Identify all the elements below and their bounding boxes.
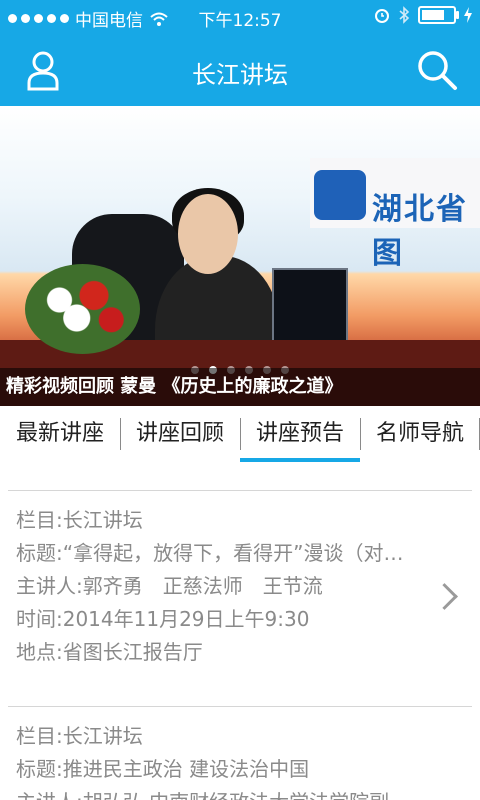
battery-icon [418,6,459,24]
banner-carousel[interactable]: 湖北省图 精彩视频回顾 蒙曼 《历史上的廉政之道》 [0,106,480,406]
page-title: 长江讲坛 [192,61,288,89]
lecture-list: 栏目:长江讲坛 标题:“拿得起，放得下，看得开”漫谈（对… 主讲人:郭齐勇 正慈… [0,462,480,800]
search-icon[interactable] [414,47,460,93]
lecture-place: 地点:省图长江报告厅 [16,640,203,664]
tab-label: 讲座预告 [255,421,344,446]
lecture-time: 时间:2014年11月29日上午9:30 [16,607,310,631]
tab-divider [360,418,361,450]
alarm-icon [375,9,389,23]
banner-flowers [25,264,140,354]
banner-speaker-face [178,194,238,274]
tab-teachers[interactable]: 名师导航 [360,406,480,462]
tab-preview[interactable]: 讲座预告 [240,406,360,462]
lecture-column: 栏目:长江讲坛 [16,724,143,748]
library-logo [314,170,366,220]
tab-label: 最新讲座 [15,421,104,446]
nav-bar: 长江讲坛 [0,33,480,106]
charging-icon [464,7,472,23]
lecture-title: 标题:推进民主政治 建设法治中国 [16,757,310,781]
list-item[interactable]: 栏目:长江讲坛 标题:推进民主政治 建设法治中国 主讲人:胡弘弘 中南财经政法大… [8,706,472,800]
tab-label: 名师导航 [375,421,464,446]
tab-review[interactable]: 讲座回顾 [120,406,240,462]
banner-sign-text: 湖北省图 [372,192,468,271]
banner-caption[interactable]: 精彩视频回顾 蒙曼 《历史上的廉政之道》 [0,368,480,406]
list-item[interactable]: 栏目:长江讲坛 标题:“拿得起，放得下，看得开”漫谈（对… 主讲人:郭齐勇 正慈… [8,490,472,690]
status-right [374,6,472,24]
tab-divider [240,418,241,450]
bluetooth-icon [399,6,410,24]
lecture-speakers: 主讲人:胡弘弘 中南财经政法大学法学院副 [16,786,464,800]
tab-bar: 最新讲座 讲座回顾 讲座预告 名师导航 [0,406,480,463]
lecture-speakers: 主讲人:郭齐勇 正慈法师 王节流 [16,574,323,598]
status-bar: 中国电信 下午12:57 [0,0,480,33]
tab-divider [120,418,121,450]
lecture-column: 栏目:长江讲坛 [16,508,143,532]
tab-label: 讲座回顾 [135,421,224,446]
tab-latest[interactable]: 最新讲座 [0,406,120,462]
lecture-title: 标题:“拿得起，放得下，看得开”漫谈（对… [16,541,404,565]
